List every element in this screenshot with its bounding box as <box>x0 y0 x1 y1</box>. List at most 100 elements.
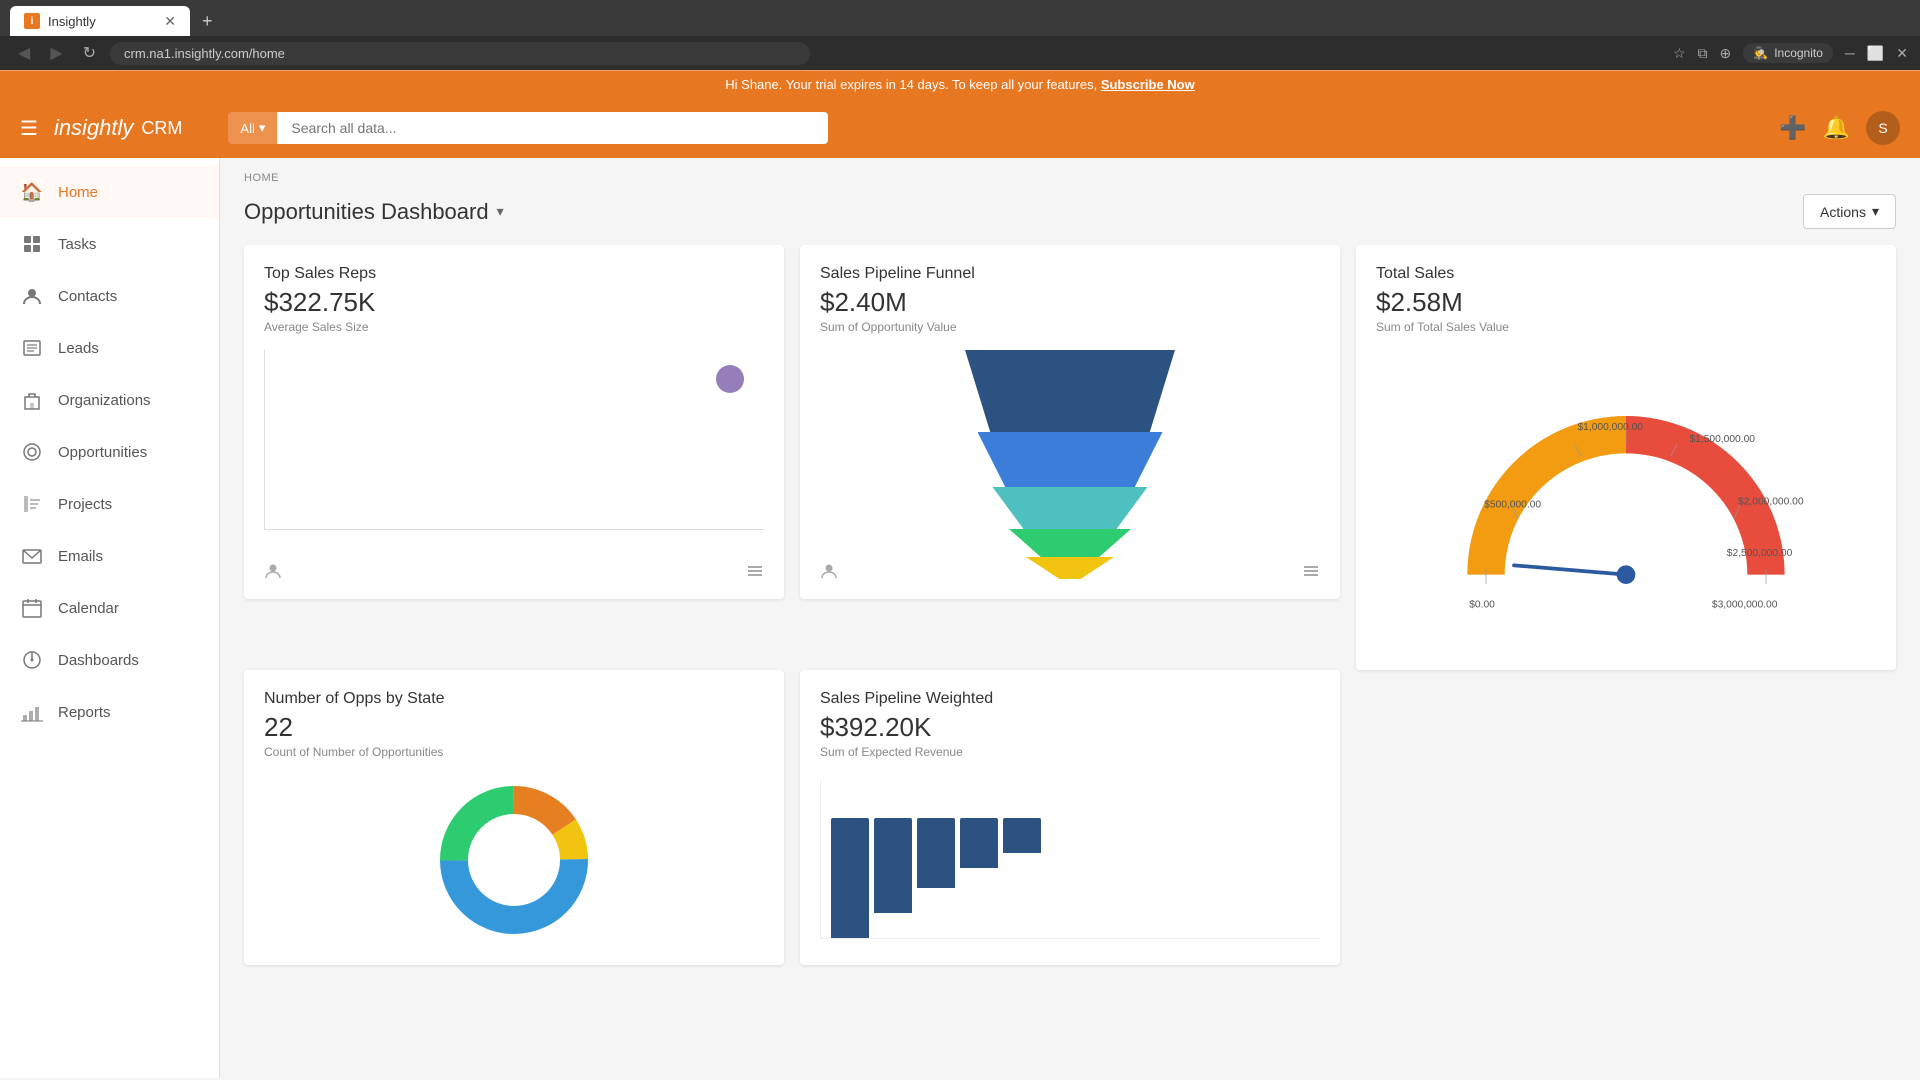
sidebar-label-opportunities: Opportunities <box>58 444 147 461</box>
global-search-input[interactable] <box>277 112 828 144</box>
subscribe-link[interactable]: Subscribe Now <box>1101 77 1195 92</box>
funnel-level-1 <box>965 350 1175 432</box>
sidebar-label-tasks: Tasks <box>58 236 96 253</box>
funnel-chart <box>820 350 1320 579</box>
scatter-chart-top-sales <box>264 350 764 530</box>
main-layout: 🏠 Home Tasks Contacts Leads Organizat <box>0 158 1920 1078</box>
widget-pipeline-weighted: Sales Pipeline Weighted $392.20K Sum of … <box>800 670 1340 965</box>
home-icon: 🏠 <box>20 180 44 204</box>
tab-close-button[interactable]: ✕ <box>164 13 176 30</box>
sidebar-item-contacts[interactable]: Contacts <box>0 270 219 322</box>
active-tab[interactable]: i Insightly ✕ <box>10 6 190 36</box>
calendar-icon <box>20 596 44 620</box>
back-button[interactable]: ◀ <box>12 41 36 65</box>
profile-icon[interactable]: ⊕ <box>1720 45 1732 62</box>
widget-sales-pipeline-funnel: Sales Pipeline Funnel $2.40M Sum of Oppo… <box>800 245 1340 599</box>
logo-text: insightly <box>54 115 133 141</box>
sidebar-label-contacts: Contacts <box>58 288 117 305</box>
widget-value-total-sales: $2.58M <box>1376 287 1876 318</box>
widget-value-opps-state: 22 <box>264 712 764 743</box>
contacts-icon <box>20 284 44 308</box>
dashboards-icon <box>20 648 44 672</box>
page-header: Opportunities Dashboard ▾ Actions ▾ <box>220 190 1920 245</box>
tab-favicon: i <box>24 13 40 29</box>
leads-icon <box>20 336 44 360</box>
widget-subtitle-top-sales: Average Sales Size <box>264 320 764 334</box>
sidebar-label-home: Home <box>58 184 98 201</box>
gauge-span-placeholder <box>1356 670 1896 965</box>
donut-chart-container <box>264 775 764 945</box>
sidebar-item-emails[interactable]: Emails <box>0 530 219 582</box>
notifications-bell-icon[interactable]: 🔔 <box>1823 115 1850 141</box>
sidebar-item-tasks[interactable]: Tasks <box>0 218 219 270</box>
funnel-level-2 <box>978 432 1163 487</box>
wf-bar-3 <box>917 818 955 888</box>
sidebar-item-calendar[interactable]: Calendar <box>0 582 219 634</box>
close-window-button[interactable]: ✕ <box>1896 45 1908 62</box>
actions-button[interactable]: Actions ▾ <box>1803 194 1896 229</box>
gauge-chart: $0.00 $500,000.00 $1,000,000.00 $1,500,0… <box>1376 350 1876 650</box>
svg-text:$2,000,000.00: $2,000,000.00 <box>1738 497 1804 508</box>
opportunities-icon <box>20 440 44 464</box>
actions-dropdown-icon: ▾ <box>1872 203 1879 220</box>
user-avatar[interactable]: S <box>1866 111 1900 145</box>
browser-tabs: i Insightly ✕ + <box>0 0 1920 36</box>
list-view-icon[interactable] <box>746 562 764 585</box>
widget-subtitle-pipeline: Sum of Opportunity Value <box>820 320 1320 334</box>
page-title-area: Opportunities Dashboard ▾ <box>244 199 504 225</box>
projects-icon <box>20 492 44 516</box>
header-actions: ➕ 🔔 S <box>1779 111 1900 145</box>
search-scope-button[interactable]: All ▾ <box>228 112 277 144</box>
bookmark-icon[interactable]: ☆ <box>1673 45 1686 62</box>
widget-value-top-sales: $322.75K <box>264 287 764 318</box>
search-container: All ▾ <box>228 112 828 144</box>
reports-icon <box>20 700 44 724</box>
organizations-icon <box>20 388 44 412</box>
extensions-icon[interactable]: ⧉ <box>1698 45 1708 62</box>
url-display: crm.na1.insightly.com/home <box>124 46 285 61</box>
widget-subtitle-opps-state: Count of Number of Opportunities <box>264 745 764 759</box>
reload-button[interactable]: ↻ <box>77 41 102 65</box>
app-header: ☰ insightly CRM All ▾ ➕ 🔔 S <box>0 98 1920 158</box>
svg-text:$1,500,000.00: $1,500,000.00 <box>1689 434 1755 445</box>
sidebar-label-organizations: Organizations <box>58 392 151 409</box>
widget-opps-by-state: Number of Opps by State 22 Count of Numb… <box>244 670 784 965</box>
page-title: Opportunities Dashboard <box>244 199 489 225</box>
incognito-badge: 🕵 Incognito <box>1743 43 1833 63</box>
maximize-button[interactable]: ⬜ <box>1867 45 1884 62</box>
search-scope-label: All <box>240 121 254 136</box>
hamburger-menu-button[interactable]: ☰ <box>20 116 38 141</box>
new-tab-button[interactable]: + <box>194 7 221 36</box>
svg-text:$0.00: $0.00 <box>1469 599 1495 610</box>
dropdown-arrow-icon: ▾ <box>259 120 266 136</box>
forward-button[interactable]: ▶ <box>44 41 68 65</box>
sidebar-item-projects[interactable]: Projects <box>0 478 219 530</box>
widget-subtitle-weighted: Sum of Expected Revenue <box>820 745 1320 759</box>
sidebar-item-opportunities[interactable]: Opportunities <box>0 426 219 478</box>
logo-area: insightly CRM <box>54 115 182 141</box>
sidebar: 🏠 Home Tasks Contacts Leads Organizat <box>0 158 220 1078</box>
address-bar[interactable]: crm.na1.insightly.com/home <box>110 42 810 65</box>
widget-title-top-sales: Top Sales Reps <box>264 265 764 283</box>
scatter-dot <box>716 365 744 393</box>
sidebar-item-leads[interactable]: Leads <box>0 322 219 374</box>
minimize-button[interactable]: ─ <box>1845 45 1855 61</box>
sidebar-item-dashboards[interactable]: Dashboards <box>0 634 219 686</box>
sidebar-label-reports: Reports <box>58 704 111 721</box>
funnel-level-4 <box>1009 529 1131 557</box>
widget-value-weighted: $392.20K <box>820 712 1320 743</box>
list-view-icon-2[interactable] <box>1302 562 1320 585</box>
browser-chrome: i Insightly ✕ + ◀ ▶ ↻ crm.na1.insightly.… <box>0 0 1920 70</box>
widget-footer-pipeline <box>820 562 1320 585</box>
sidebar-item-home[interactable]: 🏠 Home <box>0 166 219 218</box>
widget-total-sales: Total Sales $2.58M Sum of Total Sales Va… <box>1356 245 1896 670</box>
page-title-dropdown-button[interactable]: ▾ <box>497 203 504 220</box>
sidebar-item-reports[interactable]: Reports <box>0 686 219 738</box>
wf-bar-1 <box>831 818 869 938</box>
widget-title-opps-state: Number of Opps by State <box>264 690 764 708</box>
add-button[interactable]: ➕ <box>1779 115 1806 141</box>
sidebar-item-organizations[interactable]: Organizations <box>0 374 219 426</box>
wf-bar-4 <box>960 818 998 868</box>
incognito-label: Incognito <box>1774 46 1823 60</box>
gauge-svg: $0.00 $500,000.00 $1,000,000.00 $1,500,0… <box>1436 360 1816 640</box>
